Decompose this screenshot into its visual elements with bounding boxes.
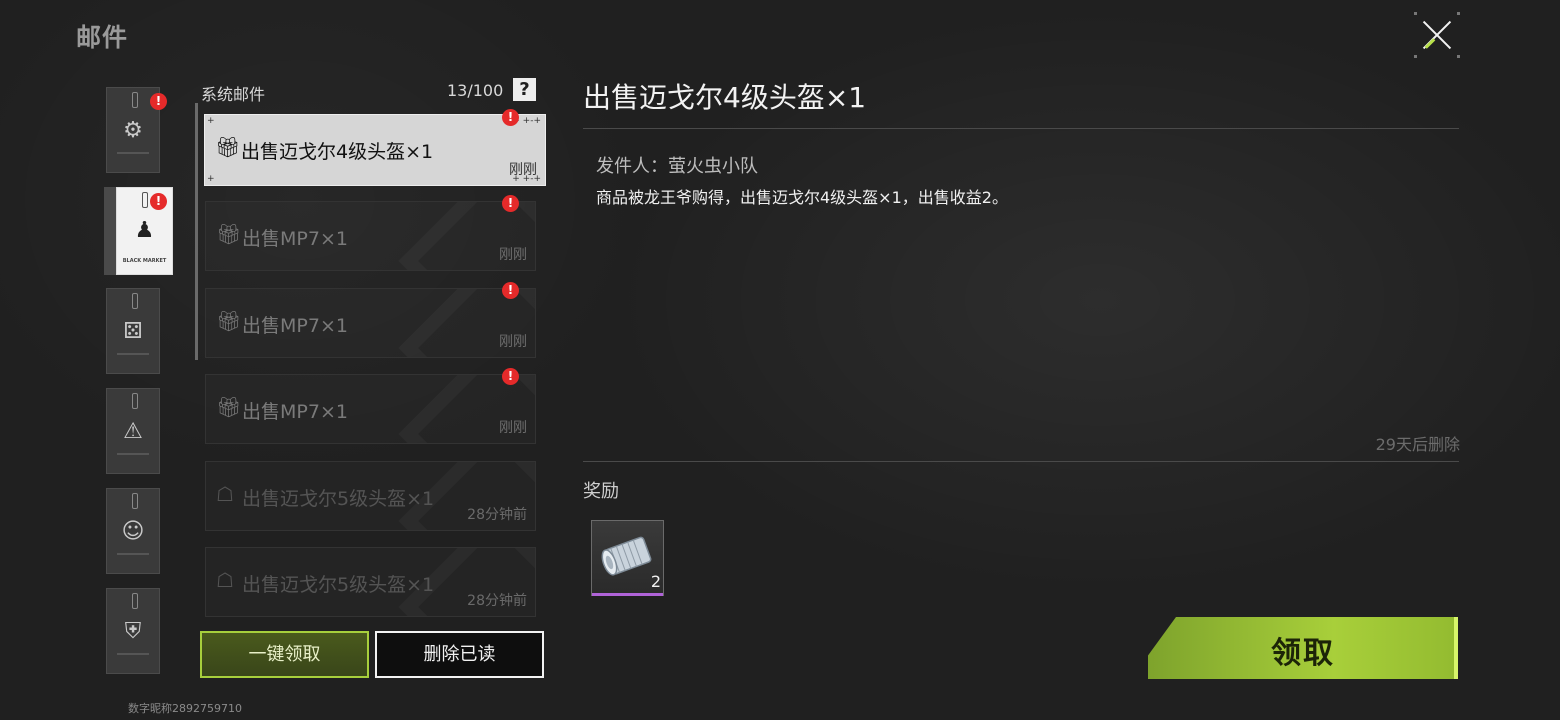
divider bbox=[583, 461, 1459, 462]
help-icon[interactable]: ? bbox=[513, 78, 536, 101]
delete-read-button[interactable]: 删除已读 bbox=[375, 631, 544, 678]
page-title: 邮件 bbox=[76, 23, 129, 52]
mail-time: 刚刚 bbox=[499, 420, 527, 436]
mail-body: 商品被龙王爷购得，出售迈戈尔4级头盔×1，出售收益2。 bbox=[596, 188, 1008, 207]
mail-title: 出售MP7×1 bbox=[242, 315, 348, 337]
mail-title: 出售迈戈尔5级头盔×1 bbox=[242, 488, 435, 510]
category-tab-dice[interactable]: ⚄ bbox=[106, 288, 160, 374]
list-scrollbar[interactable] bbox=[195, 103, 198, 360]
mail-title: 出售MP7×1 bbox=[242, 401, 348, 423]
mail-count: 13/100 bbox=[447, 81, 504, 100]
mail-time: 28分钟前 bbox=[467, 593, 527, 609]
gift-open-icon: ☖ bbox=[216, 482, 234, 506]
mail-time: 刚刚 bbox=[499, 334, 527, 350]
unread-badge: ! bbox=[502, 109, 519, 126]
unread-badge: ! bbox=[502, 282, 519, 299]
close-button[interactable] bbox=[1414, 12, 1460, 58]
claim-all-button[interactable]: 一键领取 bbox=[200, 631, 369, 678]
mail-item[interactable]: ☖ 出售迈戈尔5级头盔×1 28分钟前 bbox=[205, 547, 536, 617]
category-caption: BLACK MARKET bbox=[122, 258, 167, 264]
mail-title: 出售迈戈尔4级头盔×1 bbox=[241, 141, 434, 163]
mail-time: 刚刚 bbox=[499, 247, 527, 263]
gear-icon: ⚙ bbox=[123, 118, 143, 143]
mail-time: 28分钟前 bbox=[467, 507, 527, 523]
category-tab-warning[interactable]: ⚠ bbox=[106, 388, 160, 474]
divider bbox=[583, 128, 1459, 129]
mail-title: 出售MP7×1 bbox=[242, 228, 348, 250]
mail-item[interactable]: 🎁︎ 出售MP7×1 刚刚 bbox=[205, 374, 536, 444]
detail-title: 出售迈戈尔4级头盔×1 bbox=[583, 81, 867, 114]
gift-icon: 🎁︎ bbox=[216, 222, 242, 246]
category-tab-character[interactable]: ☺ bbox=[106, 488, 160, 574]
unread-badge: ! bbox=[150, 193, 167, 210]
mail-item[interactable]: + + + +-+ + +-+ 🎁︎ 出售迈戈尔4级头盔×1 刚刚 bbox=[204, 114, 546, 186]
mail-item[interactable]: 🎁︎ 出售MP7×1 刚刚 bbox=[205, 201, 536, 271]
reward-quantity: 2 bbox=[650, 572, 661, 591]
unread-badge: ! bbox=[502, 368, 519, 385]
unread-badge: ! bbox=[150, 93, 167, 110]
expiry-text: 29天后删除 bbox=[1375, 435, 1460, 454]
reward-item[interactable]: 2 bbox=[591, 520, 664, 596]
mail-title: 出售迈戈尔5级头盔×1 bbox=[242, 574, 435, 596]
mail-time: 刚刚 bbox=[509, 162, 537, 178]
mail-sender: 发件人：萤火虫小队 bbox=[596, 156, 758, 177]
gift-icon: 🎁︎ bbox=[215, 135, 241, 159]
warning-icon: ⚠ bbox=[123, 419, 143, 444]
player-id: 数字昵称2892759710 bbox=[128, 702, 242, 715]
claim-button-label: 领取 bbox=[1271, 636, 1335, 671]
gift-open-icon: ☖ bbox=[216, 568, 234, 592]
mail-item[interactable]: 🎁︎ 出售MP7×1 刚刚 bbox=[205, 288, 536, 358]
category-tab-vest[interactable]: ⛨ bbox=[106, 588, 160, 674]
claim-button[interactable]: 领取 bbox=[1148, 617, 1458, 679]
mail-item[interactable]: ☖ 出售迈戈尔5级头盔×1 28分钟前 bbox=[205, 461, 536, 531]
gift-icon: 🎁︎ bbox=[216, 395, 242, 419]
vest-icon: ⛨ bbox=[124, 619, 142, 644]
gift-icon: 🎁︎ bbox=[216, 309, 242, 333]
dice-icon: ⚄ bbox=[123, 319, 143, 344]
character-icon: ☺ bbox=[121, 519, 145, 544]
unread-badge: ! bbox=[502, 195, 519, 212]
rewards-label: 奖励 bbox=[583, 481, 619, 502]
rarity-bar bbox=[592, 593, 663, 596]
black-market-icon: ♟ bbox=[134, 218, 155, 243]
list-header-title: 系统邮件 bbox=[201, 85, 266, 104]
